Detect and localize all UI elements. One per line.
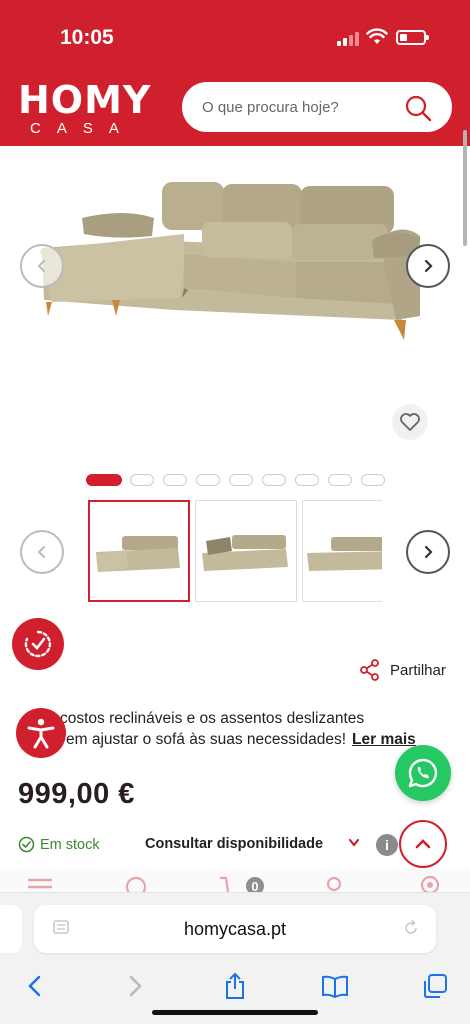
pagination-dot[interactable] — [295, 474, 319, 486]
pagination-dot[interactable] — [328, 474, 352, 486]
thumbnail[interactable] — [302, 500, 382, 602]
clock-check-icon — [24, 630, 52, 658]
description-text: em ajustar o sofá às suas necessidades! — [66, 731, 347, 748]
page-scrollbar — [463, 130, 467, 246]
description-line-2: em ajustar o sofá às suas necessidades! L… — [18, 729, 448, 750]
product-description: costos reclináveis e os assentos desliza… — [18, 708, 448, 750]
accessibility-button[interactable] — [16, 708, 66, 758]
thumbnail-image — [307, 537, 382, 571]
wifi-icon — [366, 28, 388, 44]
thumbs-prev-button[interactable] — [20, 530, 64, 574]
chevron-up-icon — [415, 839, 431, 849]
battery-icon — [396, 30, 429, 45]
whatsapp-button[interactable] — [395, 745, 451, 801]
scroll-to-top-button[interactable] — [399, 820, 447, 868]
back-button[interactable] — [20, 971, 50, 1001]
bookmarks-button[interactable] — [320, 971, 350, 1001]
product-image-sofa[interactable] — [34, 170, 434, 350]
chevron-right-icon — [424, 545, 433, 559]
search-input[interactable]: O que procura hoje? — [182, 82, 452, 132]
thumbnail-image — [202, 535, 288, 571]
pagination-dot[interactable] — [196, 474, 220, 486]
pagination-dot[interactable] — [229, 474, 253, 486]
tabs-button[interactable] — [420, 971, 450, 1001]
cellular-signal-icon — [337, 30, 361, 46]
stock-label: Em stock — [40, 836, 100, 853]
chevron-left-icon — [37, 546, 45, 558]
url-text: homycasa.pt — [183, 919, 287, 939]
heart-icon — [400, 413, 420, 431]
favorite-button[interactable] — [392, 404, 428, 440]
search-icon[interactable] — [404, 94, 432, 122]
share-sheet-button[interactable] — [220, 971, 250, 1001]
chevron-right-icon — [424, 259, 433, 273]
menu-icon[interactable] — [26, 874, 54, 894]
page: { "status_bar": { "time": "10:05" }, "he… — [0, 0, 470, 1024]
whatsapp-icon — [408, 758, 438, 788]
logo-subtitle: CASA — [30, 120, 135, 137]
gallery-prev-button[interactable] — [20, 244, 64, 288]
thumbs-next-button[interactable] — [406, 530, 450, 574]
thumbnail[interactable] — [88, 500, 190, 602]
pagination-dot[interactable] — [361, 474, 385, 486]
share-label: Partilhar — [390, 661, 446, 679]
pagination-dot[interactable] — [130, 474, 154, 486]
site-header: HOMY CASA O que procura hoje? — [0, 74, 470, 146]
status-bar: 10:05 — [0, 0, 470, 74]
check-circle-icon — [18, 836, 35, 853]
browser-chrome: homycasa.pt — [0, 892, 470, 1024]
search-placeholder: O que procura hoje? — [202, 99, 339, 116]
reload-icon[interactable] — [402, 919, 420, 937]
gallery-next-button[interactable] — [406, 244, 450, 288]
gallery-pagination — [86, 474, 386, 488]
chevron-left-icon — [37, 260, 45, 272]
logo-wordmark: HOMY — [18, 78, 152, 122]
book-icon — [322, 975, 348, 998]
read-more-link[interactable]: Ler mais — [352, 731, 416, 748]
forward-button[interactable] — [120, 971, 150, 1001]
home-indicator — [152, 1010, 318, 1015]
share-icon — [360, 659, 379, 681]
thumbnail-strip — [88, 500, 382, 604]
homy-casa-logo[interactable]: HOMY CASA — [18, 80, 158, 140]
stock-status: Em stock — [18, 836, 100, 853]
tabs-icon — [424, 974, 447, 998]
forward-arrow-icon — [129, 975, 142, 997]
previous-tab-peek[interactable] — [0, 905, 22, 953]
pagination-dot[interactable] — [86, 474, 122, 486]
share-button[interactable]: Partilhar — [360, 658, 446, 682]
chevron-down-icon[interactable] — [348, 838, 360, 848]
pagination-dot[interactable] — [262, 474, 286, 486]
description-line: costos reclináveis e os assentos desliza… — [60, 710, 365, 727]
pagination-dot[interactable] — [163, 474, 187, 486]
back-arrow-icon — [28, 975, 41, 997]
availability-row: Em stock Consultar disponibilidade i — [18, 834, 458, 858]
availability-dropdown[interactable]: Consultar disponibilidade — [145, 836, 323, 852]
product-price: 999,00 € — [18, 778, 135, 810]
share-sheet-icon — [226, 972, 244, 999]
browser-toolbar — [0, 969, 470, 1009]
thumbnail-image — [96, 536, 180, 572]
accessibility-icon — [27, 718, 55, 749]
delivery-time-badge[interactable] — [12, 618, 64, 670]
status-time: 10:05 — [60, 26, 114, 49]
thumbnail[interactable] — [195, 500, 297, 602]
address-bar[interactable]: homycasa.pt — [34, 905, 436, 953]
info-icon[interactable]: i — [376, 834, 398, 856]
